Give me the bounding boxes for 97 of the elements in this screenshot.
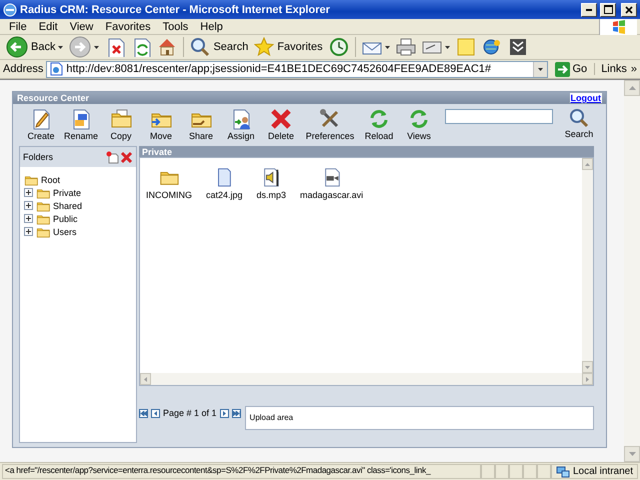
expand-icon[interactable] [24,214,33,223]
back-button[interactable]: Back [4,35,66,59]
zone-label: Local intranet [572,466,633,477]
search-icon [569,108,589,128]
tree-item[interactable]: Public [24,212,132,225]
maximize-button[interactable] [600,2,616,16]
tree-item[interactable]: Users [24,225,132,238]
close-icon [625,6,633,14]
go-button[interactable]: Go [550,62,592,76]
next-page-icon [220,410,228,416]
resource-item[interactable]: ds.mp3 [256,167,286,200]
delete-button[interactable]: Delete [261,108,301,141]
audio-file-icon [261,167,282,187]
scroll-left-icon [144,376,147,382]
create-button[interactable]: Create [21,108,61,141]
tree-item[interactable]: Root [24,173,132,186]
page-indicator: Page # 1 of 1 [163,408,217,418]
history-icon [328,37,349,57]
caret-icon [538,68,542,70]
views-icon [408,108,430,130]
windows-flag-icon [612,20,626,34]
star-icon [254,37,274,57]
page-icon [49,62,64,76]
menu-item[interactable]: File [3,20,33,32]
browser-icon [3,2,17,16]
menu-item[interactable]: View [64,20,100,32]
scrollbar[interactable] [582,158,593,373]
previous-page-icon [152,410,159,416]
search-button[interactable]: Search [188,36,250,58]
printer-icon [396,37,416,57]
scroll-up-icon [628,86,636,90]
close-button[interactable] [621,2,637,16]
preferences-button[interactable]: Preferences [301,108,359,141]
previous-page-button[interactable] [151,408,160,418]
expand-icon[interactable] [24,227,33,236]
chevrons-icon [508,37,528,57]
tree-item[interactable]: Private [24,186,132,199]
favorites-button[interactable]: Favorites [252,36,325,58]
copy-button[interactable]: Copy [101,108,141,141]
delete-icon[interactable] [120,150,133,164]
move-button[interactable]: Move [141,108,181,141]
logout-link[interactable]: Logout [570,93,602,103]
delete-icon [270,108,292,130]
share-button[interactable]: Share [181,108,221,141]
menu-item[interactable]: Favorites [99,20,157,32]
menu-item[interactable]: Edit [32,20,64,32]
address-field[interactable]: http://dev:8081/rescenter/app;jsessionid=E41BE1DEC69C7452604FEE9ADE89EAC1# [46,60,548,78]
panel-title: Resource Center [17,93,90,103]
last-page-icon [232,410,240,416]
back-icon [6,36,28,58]
upload-area[interactable]: Upload area [244,406,594,430]
status-text: <a href="/rescenter/app?service=enterra.resourcecontent&sp=S%2F%2FPrivate%2Fmadagascar.avi" class='icons_link_ [2,464,481,479]
folder-title: Private [139,146,594,157]
globe-icon [482,37,502,57]
resource-item[interactable]: INCOMING [146,167,192,200]
expand-icon[interactable] [24,188,33,197]
scroll-down-icon [585,366,590,368]
search-field[interactable] [445,109,553,124]
first-page-button[interactable] [139,408,148,418]
menu-item[interactable]: Tools [156,20,194,32]
forward-icon [69,36,92,58]
new-folder-icon[interactable] [106,150,119,164]
resource-item[interactable]: madagascar.avi [300,167,364,200]
tree-item[interactable]: Shared [24,199,132,212]
rename-button[interactable]: Rename [61,108,101,141]
next-page-button[interactable] [220,408,229,418]
expand-icon[interactable] [24,201,33,210]
scroll-right-icon [586,376,589,382]
search-button[interactable]: Search [559,108,599,139]
scrollbar[interactable] [140,373,593,385]
scroll-up-icon [585,162,590,166]
menu-item[interactable]: Help [194,20,229,32]
scroll-down-icon [628,452,636,456]
views-button[interactable]: Views [399,108,439,141]
note-icon [456,37,476,57]
forward-button[interactable] [67,35,102,59]
reload-button[interactable]: Reload [359,108,399,141]
links-button[interactable]: Links [601,63,627,75]
network-icon [556,466,570,478]
more-button[interactable]: » [630,63,637,75]
resource-item[interactable]: cat24.jpg [206,167,243,200]
assign-button[interactable]: Assign [221,108,261,141]
scrollbar[interactable] [624,80,640,462]
last-page-button[interactable] [232,408,241,418]
first-page-icon [140,410,147,416]
go-arrow-icon [554,62,570,76]
tools-icon [319,108,341,130]
maximize-icon [604,5,612,14]
minimize-icon [586,8,592,10]
folders-title: Folders [23,152,54,162]
reload-icon [368,108,390,130]
search-icon [190,37,210,57]
home-icon [157,37,178,57]
print-button[interactable] [394,36,418,58]
window-title: Radius CRM: Resource Center - Microsoft Internet Explorer [20,4,331,16]
minimize-button[interactable] [581,2,597,16]
address-label: Address [3,63,44,75]
